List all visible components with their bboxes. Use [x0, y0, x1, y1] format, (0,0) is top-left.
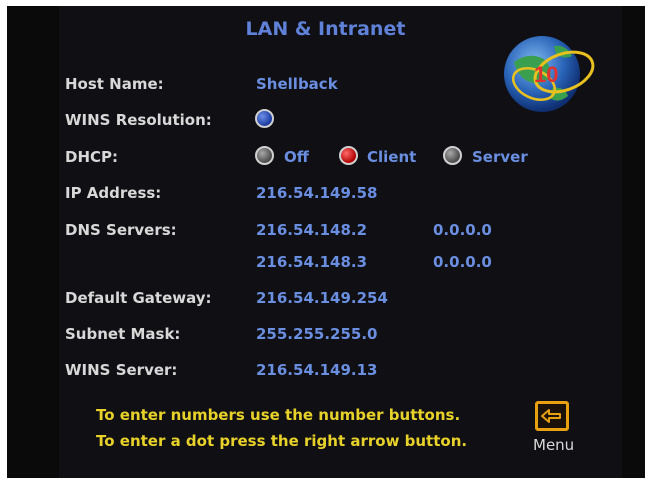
- subnet-mask-value[interactable]: 255.255.255.0: [256, 325, 377, 343]
- wins-resolution-label: WINS Resolution:: [65, 111, 212, 129]
- ip-address-label: IP Address:: [65, 184, 162, 202]
- dhcp-server-label: Server: [472, 148, 528, 166]
- default-gateway-value[interactable]: 216.54.149.254: [256, 289, 388, 307]
- subnet-mask-label: Subnet Mask:: [65, 325, 181, 343]
- hint-numbers: To enter numbers use the number buttons.: [96, 406, 461, 424]
- menu-label[interactable]: Menu: [533, 436, 574, 454]
- host-name-label: Host Name:: [65, 75, 164, 93]
- wins-server-label: WINS Server:: [65, 361, 178, 379]
- dns-servers-label: DNS Servers:: [65, 221, 177, 239]
- hint-dot: To enter a dot press the right arrow but…: [96, 432, 468, 450]
- dhcp-off-radio[interactable]: [255, 146, 274, 165]
- dhcp-label: DHCP:: [65, 148, 119, 166]
- dns-server-4[interactable]: 0.0.0.0: [433, 253, 492, 271]
- back-arrow-icon: [541, 409, 561, 423]
- wins-server-value[interactable]: 216.54.149.13: [256, 361, 377, 379]
- logo-number: 10: [534, 62, 558, 87]
- dns-server-1[interactable]: 216.54.148.2: [256, 221, 367, 239]
- host-name-value[interactable]: Shellback: [256, 75, 338, 93]
- dns-server-2[interactable]: 0.0.0.0: [433, 221, 492, 239]
- menu-button[interactable]: [535, 401, 569, 431]
- dns-server-3[interactable]: 216.54.148.3: [256, 253, 367, 271]
- dhcp-server-radio[interactable]: [443, 146, 462, 165]
- dhcp-client-label: Client: [367, 148, 417, 166]
- default-gateway-label: Default Gateway:: [65, 289, 212, 307]
- dhcp-client-radio[interactable]: [339, 146, 358, 165]
- ip-address-value[interactable]: 216.54.149.58: [256, 184, 377, 202]
- globe-icon: 10: [504, 36, 595, 112]
- dhcp-off-label: Off: [284, 148, 309, 166]
- wins-resolution-radio[interactable]: [255, 109, 274, 128]
